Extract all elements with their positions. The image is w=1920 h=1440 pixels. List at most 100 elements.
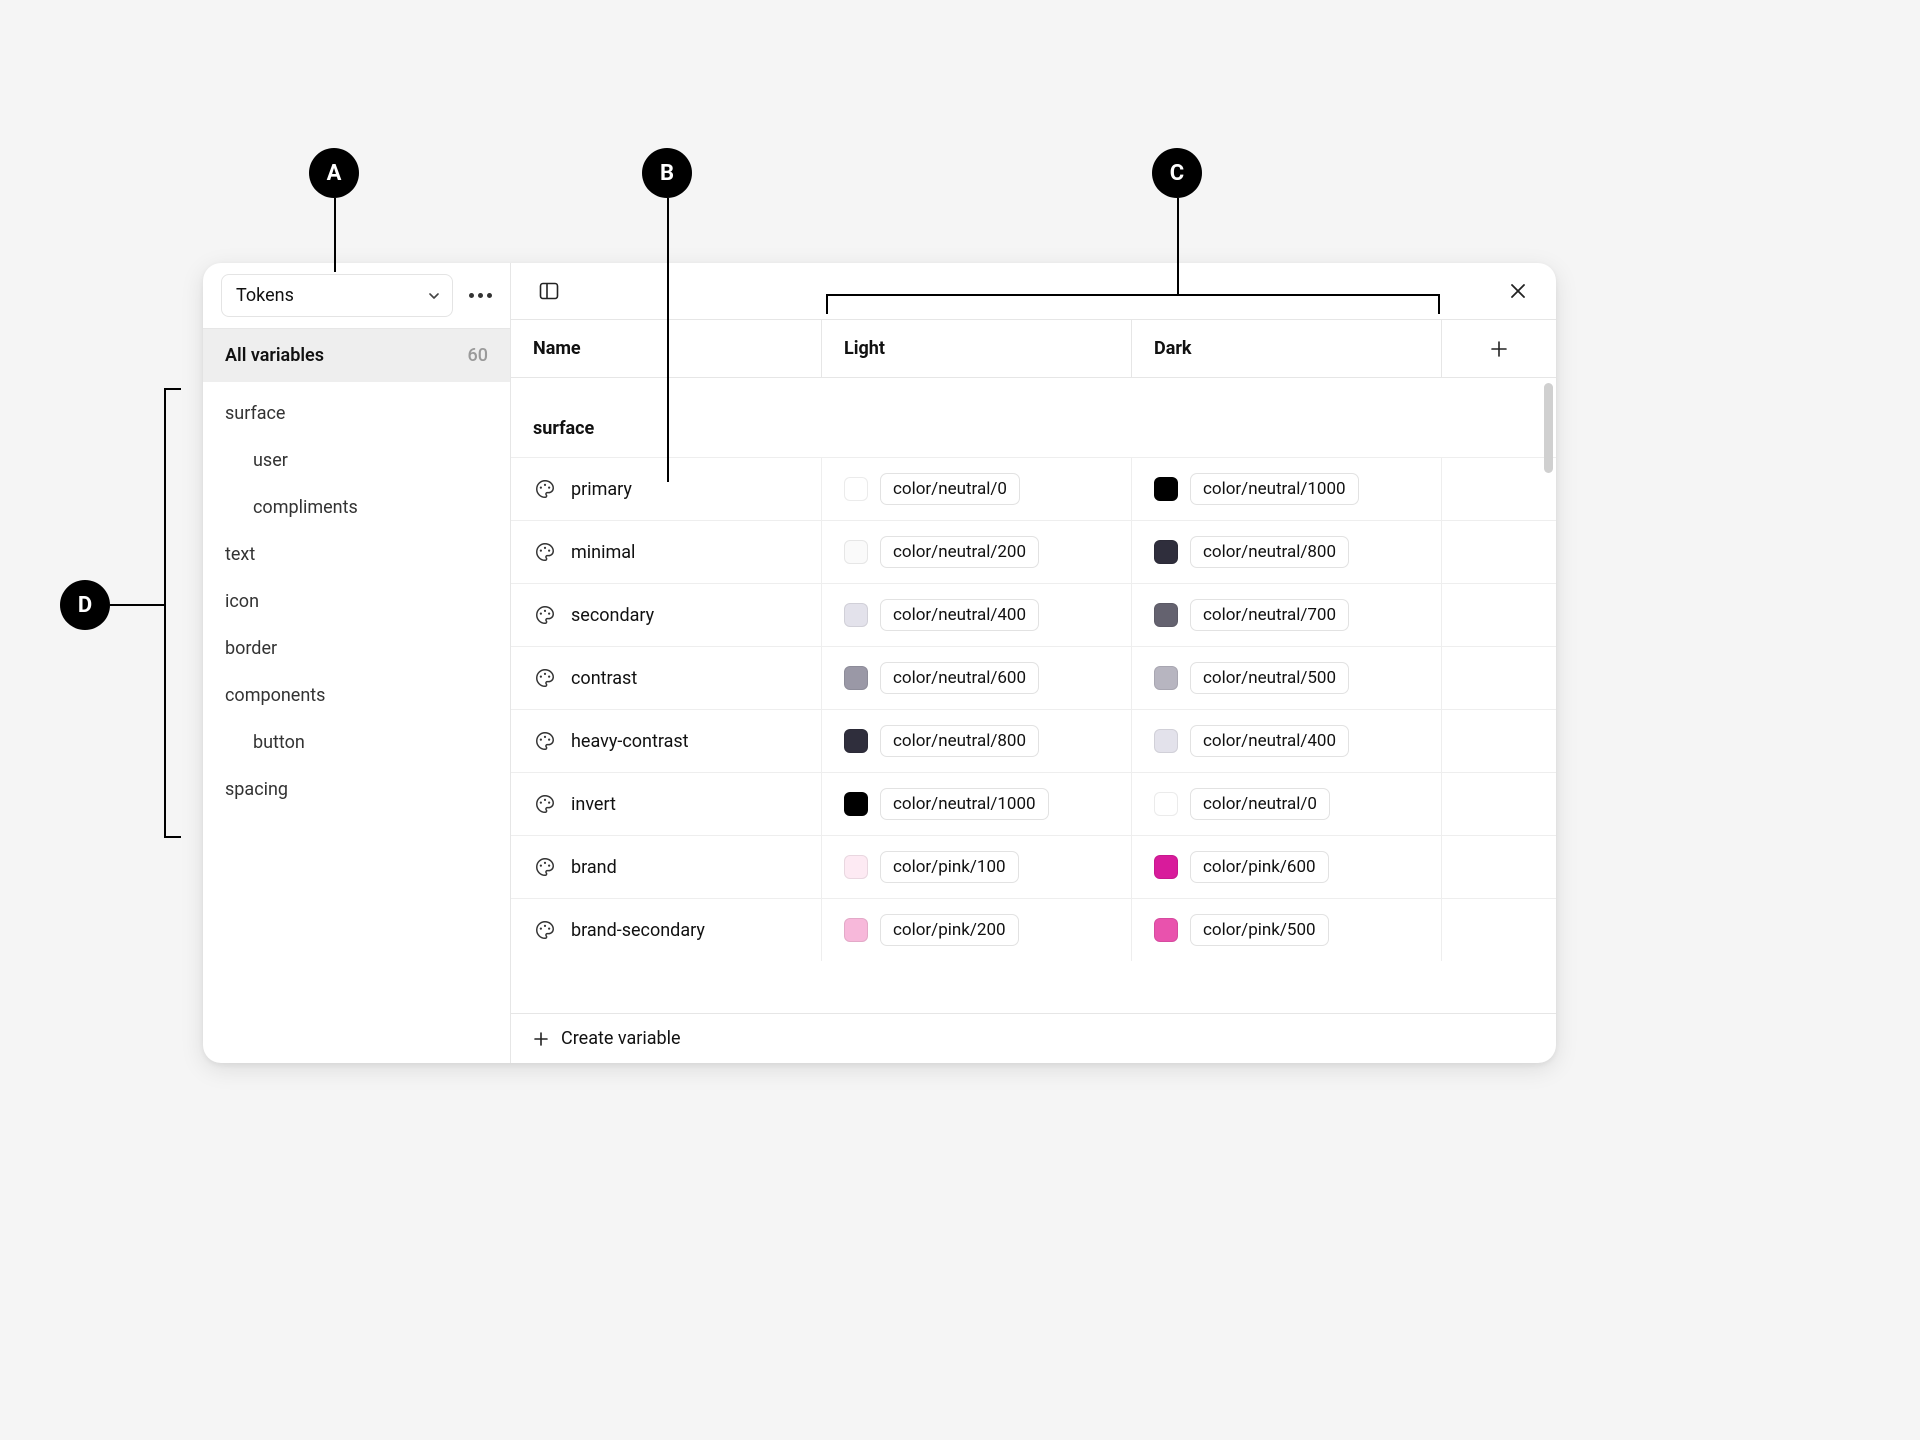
variable-row[interactable]: secondary color/neutral/400 color/neutral/…: [511, 583, 1556, 646]
variable-row[interactable]: contrast color/neutral/600 color/neutral/5…: [511, 646, 1556, 709]
variable-name-cell[interactable]: secondary: [511, 584, 821, 646]
color-swatch: [1154, 855, 1178, 879]
variable-row[interactable]: invert color/neutral/1000 color/neutral/0: [511, 772, 1556, 835]
panel-icon: [538, 280, 560, 302]
variable-light-cell[interactable]: color/neutral/1000: [821, 773, 1131, 835]
variable-light-cell[interactable]: color/neutral/600: [821, 647, 1131, 709]
sidebar-group-item[interactable]: icon: [203, 578, 510, 625]
create-variable-label: Create variable: [561, 1028, 681, 1049]
annotation-a: A: [309, 148, 359, 198]
alias-chip[interactable]: color/neutral/700: [1190, 599, 1349, 631]
variable-name-cell[interactable]: contrast: [511, 647, 821, 709]
variable-light-cell[interactable]: color/neutral/800: [821, 710, 1131, 772]
create-variable-button[interactable]: Create variable: [511, 1013, 1556, 1063]
variable-name-cell[interactable]: minimal: [511, 521, 821, 583]
variable-dark-cell[interactable]: color/neutral/0: [1131, 773, 1441, 835]
annotation-d-bracket: [164, 388, 182, 838]
sidebar-group-item[interactable]: user: [203, 437, 510, 484]
sidebar-group-item[interactable]: border: [203, 625, 510, 672]
alias-chip[interactable]: color/pink/500: [1190, 914, 1329, 946]
variable-dark-cell[interactable]: color/pink/500: [1131, 899, 1441, 961]
variable-row[interactable]: brand color/pink/100 color/pink/600: [511, 835, 1556, 898]
variable-light-cell[interactable]: color/neutral/400: [821, 584, 1131, 646]
add-mode-button[interactable]: [1441, 320, 1556, 377]
sidebar-group-item[interactable]: spacing: [203, 766, 510, 813]
alias-chip[interactable]: color/neutral/1000: [1190, 473, 1359, 505]
variable-name-cell[interactable]: brand: [511, 836, 821, 898]
variable-dark-cell[interactable]: color/neutral/500: [1131, 647, 1441, 709]
color-swatch: [844, 477, 868, 501]
alias-chip[interactable]: color/neutral/0: [1190, 788, 1330, 820]
all-variables-row[interactable]: All variables 60: [203, 329, 510, 382]
plus-icon: [1490, 340, 1508, 358]
alias-chip[interactable]: color/neutral/0: [880, 473, 1020, 505]
variable-name: minimal: [571, 542, 635, 563]
color-swatch: [844, 918, 868, 942]
alias-chip[interactable]: color/neutral/1000: [880, 788, 1049, 820]
variable-name-cell[interactable]: primary: [511, 458, 821, 520]
sidebar-group-item[interactable]: text: [203, 531, 510, 578]
collection-select[interactable]: Tokens: [221, 274, 453, 317]
alias-chip[interactable]: color/neutral/600: [880, 662, 1039, 694]
variable-light-cell[interactable]: color/neutral/0: [821, 458, 1131, 520]
annotation-d: D: [60, 580, 110, 630]
variable-extra-cell: [1441, 899, 1556, 961]
palette-icon: [533, 666, 557, 690]
variable-row[interactable]: brand-secondary color/pink/200 color/pink/…: [511, 898, 1556, 961]
close-button[interactable]: [1502, 275, 1534, 307]
variables-panel: Tokens All variables 60 surfaceusercompl…: [203, 263, 1556, 1063]
header-dark[interactable]: Dark: [1131, 320, 1441, 377]
variable-dark-cell[interactable]: color/neutral/800: [1131, 521, 1441, 583]
color-swatch: [844, 792, 868, 816]
alias-chip[interactable]: color/neutral/400: [880, 599, 1039, 631]
header-name: Name: [511, 320, 821, 377]
variable-extra-cell: [1441, 584, 1556, 646]
alias-chip[interactable]: color/pink/200: [880, 914, 1019, 946]
variable-name-cell[interactable]: brand-secondary: [511, 899, 821, 961]
variable-dark-cell[interactable]: color/neutral/400: [1131, 710, 1441, 772]
variable-light-cell[interactable]: color/pink/100: [821, 836, 1131, 898]
sidebar-group-item[interactable]: button: [203, 719, 510, 766]
scrollbar-thumb[interactable]: [1544, 383, 1553, 473]
variable-light-cell[interactable]: color/neutral/200: [821, 521, 1131, 583]
variable-row[interactable]: minimal color/neutral/200 color/neutral/80…: [511, 520, 1556, 583]
panel-body: Tokens All variables 60 surfaceusercompl…: [203, 263, 1556, 1063]
alias-chip[interactable]: color/pink/100: [880, 851, 1019, 883]
all-variables-count: 60: [468, 345, 488, 366]
alias-chip[interactable]: color/neutral/200: [880, 536, 1039, 568]
close-icon: [1509, 282, 1527, 300]
palette-icon: [533, 477, 557, 501]
sidebar-group-item[interactable]: components: [203, 672, 510, 719]
alias-chip[interactable]: color/neutral/800: [880, 725, 1039, 757]
variable-extra-cell: [1441, 647, 1556, 709]
alias-chip[interactable]: color/neutral/400: [1190, 725, 1349, 757]
collection-select-label: Tokens: [236, 285, 294, 306]
sidebar-group-item[interactable]: compliments: [203, 484, 510, 531]
alias-chip[interactable]: color/neutral/500: [1190, 662, 1349, 694]
color-swatch: [844, 855, 868, 879]
variable-dark-cell[interactable]: color/neutral/1000: [1131, 458, 1441, 520]
variable-row[interactable]: heavy-contrast color/neutral/800 color/neu…: [511, 709, 1556, 772]
variable-name-cell[interactable]: invert: [511, 773, 821, 835]
header-light[interactable]: Light: [821, 320, 1131, 377]
palette-icon: [533, 729, 557, 753]
chevron-down-icon: [428, 290, 440, 302]
alias-chip[interactable]: color/neutral/800: [1190, 536, 1349, 568]
variable-name: contrast: [571, 668, 637, 689]
color-swatch: [844, 540, 868, 564]
sidebar-toggle-button[interactable]: [533, 275, 565, 307]
color-swatch: [1154, 540, 1178, 564]
variable-dark-cell[interactable]: color/neutral/700: [1131, 584, 1441, 646]
variable-name-cell[interactable]: heavy-contrast: [511, 710, 821, 772]
annotation-b: B: [642, 148, 692, 198]
color-swatch: [1154, 666, 1178, 690]
annotation-b-line: [667, 198, 669, 482]
alias-chip[interactable]: color/pink/600: [1190, 851, 1329, 883]
variable-dark-cell[interactable]: color/pink/600: [1131, 836, 1441, 898]
color-swatch: [844, 729, 868, 753]
color-swatch: [1154, 477, 1178, 501]
sidebar-top: Tokens: [203, 263, 510, 329]
sidebar-group-item[interactable]: surface: [203, 390, 510, 437]
variable-light-cell[interactable]: color/pink/200: [821, 899, 1131, 961]
more-options-button[interactable]: [463, 287, 498, 304]
